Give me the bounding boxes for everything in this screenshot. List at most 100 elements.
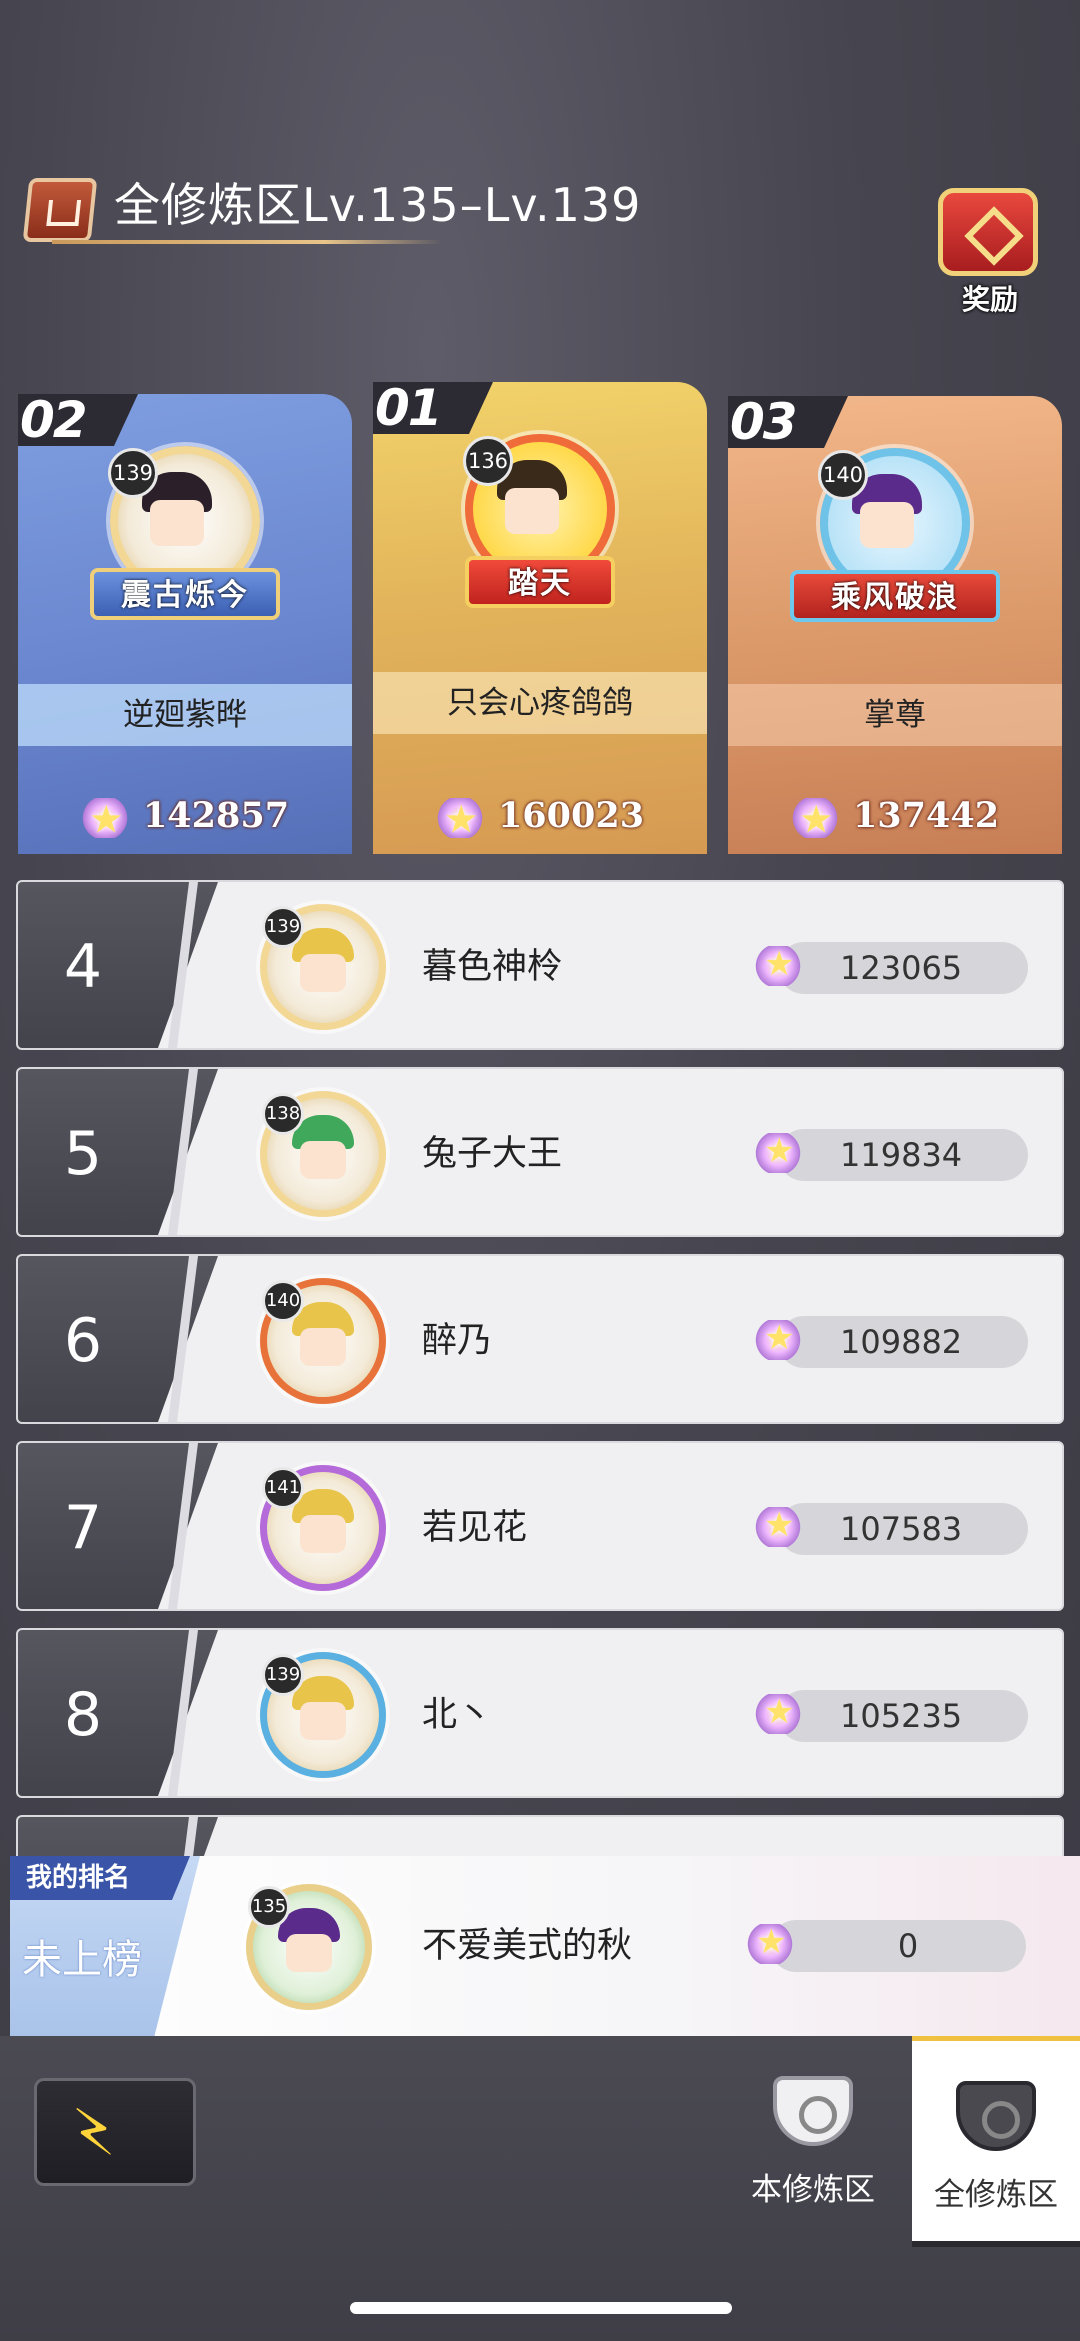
title-banner: 踏天 — [465, 556, 615, 608]
region-icon — [22, 178, 98, 242]
title-underline — [52, 240, 442, 244]
ranking-list[interactable]: 4 139 暮色神柃 123065 5 138 兔子大王 119834 6 — [16, 880, 1064, 1860]
avatar-face — [150, 500, 204, 546]
avatar-face — [286, 1934, 332, 1972]
score-pill: 107583 — [754, 1499, 1028, 1555]
level-badge: 140 — [818, 450, 868, 500]
ranking-row[interactable]: 4 139 暮色神柃 123065 — [16, 880, 1064, 1050]
podium-third-place[interactable]: 140 乘风破浪 掌尊 137442 03 — [728, 396, 1062, 854]
podium-card: 140 乘风破浪 掌尊 137442 — [728, 396, 1062, 854]
star-score-icon — [790, 790, 839, 850]
level-badge: 141 — [262, 1467, 304, 1509]
crest-icon — [956, 2081, 1036, 2151]
active-tab-indicator — [912, 2241, 1080, 2247]
player-name: 若见花 — [422, 1508, 528, 1548]
score-value: 0 — [897, 1927, 919, 1965]
rank-number: 7 — [63, 1493, 103, 1563]
crest-icon — [773, 2076, 853, 2146]
tab-local-region[interactable]: 本修炼区 — [728, 2036, 898, 2246]
rank-number: 6 — [63, 1306, 103, 1376]
avatar-face — [300, 1702, 346, 1740]
ranking-row-partial[interactable] — [16, 1815, 1064, 1860]
reward-label: 奖励 — [961, 283, 1018, 316]
avatar-face — [860, 502, 914, 548]
star-score-icon — [754, 1125, 802, 1177]
avatar[interactable]: 139 — [248, 892, 398, 1042]
star-score-icon — [754, 1499, 802, 1551]
bottom-nav: ⚡ 本修炼区 全修炼区 — [0, 2036, 1080, 2341]
player-name: 醉乃 — [422, 1321, 493, 1361]
score-value: 160023 — [497, 795, 645, 836]
podium-second-place[interactable]: 139 震古烁今 逆廻紫晔 142857 02 — [18, 394, 352, 854]
podium-card: 136 踏天 只会心疼鸽鸽 160023 — [373, 382, 707, 854]
star-score-icon — [754, 938, 802, 990]
avatar-face — [505, 488, 559, 534]
star-score-icon — [754, 1312, 802, 1364]
ranking-row[interactable]: 8 139 北丶 105235 — [16, 1628, 1064, 1798]
score-pill: 0 — [746, 1916, 1026, 1972]
level-badge: 139 — [262, 1654, 304, 1696]
score-value: 109882 — [840, 1323, 963, 1361]
star-score-icon — [746, 1916, 794, 1968]
page-title: 全修炼区Lv.135–Lv.139 — [114, 178, 642, 232]
player-name: 逆廻紫晔 — [18, 684, 352, 746]
rank-number: 4 — [63, 932, 103, 1002]
star-score-icon — [80, 790, 129, 850]
podium-first-place[interactable]: 136 踏天 只会心疼鸽鸽 160023 01 — [373, 382, 707, 854]
score-value: 105235 — [840, 1697, 963, 1735]
score-row: 160023 — [373, 786, 707, 850]
star-score-icon — [435, 790, 484, 850]
score-value: 119834 — [840, 1136, 963, 1174]
score-value: 142857 — [142, 795, 290, 836]
home-indicator[interactable] — [350, 2302, 732, 2314]
player-name: 暮色神柃 — [422, 947, 563, 987]
reward-button[interactable]: 奖励 — [930, 180, 1050, 316]
title-banner: 震古烁今 — [90, 568, 280, 620]
podium-card: 139 震古烁今 逆廻紫晔 142857 — [18, 394, 352, 854]
ranking-row[interactable]: 5 138 兔子大王 119834 — [16, 1067, 1064, 1237]
score-row: 137442 — [728, 786, 1062, 850]
treasure-chest-icon — [938, 188, 1038, 276]
star-score-icon — [754, 1686, 802, 1738]
score-pill: 123065 — [754, 938, 1028, 994]
avatar[interactable]: 140 — [248, 1266, 398, 1416]
score-row: 142857 — [18, 786, 352, 850]
avatar[interactable]: 135 — [234, 1872, 384, 2022]
player-name: 掌尊 — [728, 684, 1062, 746]
ranking-row[interactable]: 6 140 醉乃 109882 — [16, 1254, 1064, 1424]
region-header: 全修炼区Lv.135–Lv.139 — [22, 172, 682, 252]
level-badge: 138 — [262, 1093, 304, 1135]
avatar[interactable]: 139 — [248, 1640, 398, 1790]
level-badge: 139 — [262, 906, 304, 948]
avatar[interactable]: 136 踏天 — [455, 430, 625, 608]
player-name: 不爱美式的秋 — [422, 1926, 633, 1966]
score-pill: 105235 — [754, 1686, 1028, 1742]
level-badge: 136 — [463, 436, 513, 486]
score-pill: 119834 — [754, 1125, 1028, 1181]
rank-number: 8 — [63, 1680, 103, 1750]
avatar-face — [300, 1515, 346, 1553]
avatar-face — [300, 1141, 346, 1179]
avatar-face — [300, 1328, 346, 1366]
avatar[interactable]: 141 — [248, 1453, 398, 1603]
level-badge: 140 — [262, 1280, 304, 1322]
tab-all-regions[interactable]: 全修炼区 — [912, 2036, 1080, 2247]
title-banner: 乘风破浪 — [790, 570, 1000, 622]
avatar[interactable]: 138 — [248, 1079, 398, 1229]
tab-label: 全修炼区 — [934, 2177, 1058, 2213]
score-value: 137442 — [852, 795, 1000, 836]
tab-label: 本修炼区 — [751, 2172, 875, 2208]
level-badge: 135 — [248, 1886, 290, 1928]
player-name: 只会心疼鸽鸽 — [373, 672, 707, 734]
level-badge: 139 — [108, 448, 158, 498]
avatar-face — [300, 954, 346, 992]
my-rank-status: 未上榜 — [22, 1937, 142, 1983]
my-rank-bar: 我的排名 未上榜 135 不爱美式的秋 0 — [10, 1856, 1080, 2036]
score-pill: 109882 — [754, 1312, 1028, 1368]
score-value: 107583 — [840, 1510, 963, 1548]
ranking-row[interactable]: 7 141 若见花 107583 — [16, 1441, 1064, 1611]
my-rank-tag: 我的排名 — [10, 1856, 190, 1900]
avatar[interactable]: 139 震古烁今 — [90, 442, 280, 620]
back-button[interactable]: ⚡ — [34, 2078, 196, 2186]
avatar[interactable]: 140 乘风破浪 — [790, 444, 1000, 622]
